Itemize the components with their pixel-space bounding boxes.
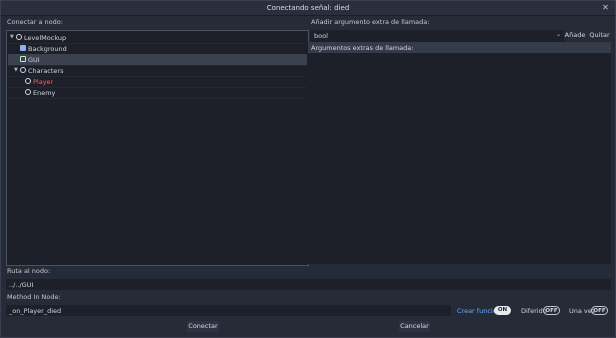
tree-item-label: GUI — [28, 56, 40, 64]
expand-arrow-icon[interactable]: ▼ — [14, 67, 18, 73]
arg-type-select[interactable]: bool ⌄ — [310, 30, 565, 42]
chevron-down-icon: ⌄ — [555, 31, 561, 38]
method-name-value: _on_Player_died — [9, 307, 62, 315]
connect-signal-dialog: Conectando señal: died ✕ Conectar a nodo… — [0, 0, 616, 338]
tree-item-label: Background — [28, 45, 67, 53]
add-arg-button[interactable]: Añade — [564, 30, 586, 40]
remove-arg-button[interactable]: Quitar — [588, 30, 611, 40]
node-circle-icon — [16, 34, 22, 40]
deferred-toggle[interactable]: OFF — [543, 306, 560, 315]
dialog-title: Conectando señal: died — [266, 4, 350, 12]
node-circle-icon — [25, 78, 31, 84]
add-extra-arg-label: Añadir argumento extra de llamada: — [311, 18, 430, 26]
make-function-toggle[interactable]: ON — [494, 306, 511, 315]
extra-args-header: Argumentos extras de llamada: — [308, 42, 611, 53]
node-circle-icon — [20, 67, 26, 73]
extra-args-list[interactable] — [308, 53, 611, 264]
expand-arrow-icon[interactable]: ▼ — [10, 34, 14, 40]
node-circle-icon — [25, 89, 31, 95]
cancel-button[interactable]: Cancelar — [399, 321, 430, 332]
dialog-titlebar: Conectando señal: died ✕ — [1, 1, 615, 16]
oneshot-toggle[interactable]: OFF — [591, 306, 608, 315]
extra-args-header-label: Argumentos extras de llamada: — [311, 44, 414, 52]
tree-item-label: LevelMockup — [24, 34, 67, 42]
connect-button[interactable]: Conectar — [187, 321, 219, 332]
arg-type-value: bool — [314, 32, 328, 40]
method-name-input[interactable]: _on_Player_died — [6, 305, 451, 316]
connect-to-node-label: Conectar a nodo: — [7, 18, 63, 26]
texture-icon — [20, 45, 26, 51]
tree-item-enemy[interactable]: Enemy — [8, 87, 307, 99]
tree-item-label: Player — [33, 78, 54, 86]
node-tree[interactable]: ▼ LevelMockup Background GUI ▼ Character… — [6, 30, 309, 266]
close-icon[interactable]: ✕ — [601, 3, 610, 12]
node-path-field[interactable]: ../../GUI — [6, 279, 611, 290]
control-square-icon — [20, 56, 26, 62]
node-path-value: ../../GUI — [9, 281, 34, 289]
method-label: Method In Node: — [7, 293, 61, 301]
tree-item-label: Characters — [28, 67, 64, 75]
tree-item-label: Enemy — [33, 89, 56, 97]
node-path-label: Ruta al nodo: — [7, 267, 51, 275]
